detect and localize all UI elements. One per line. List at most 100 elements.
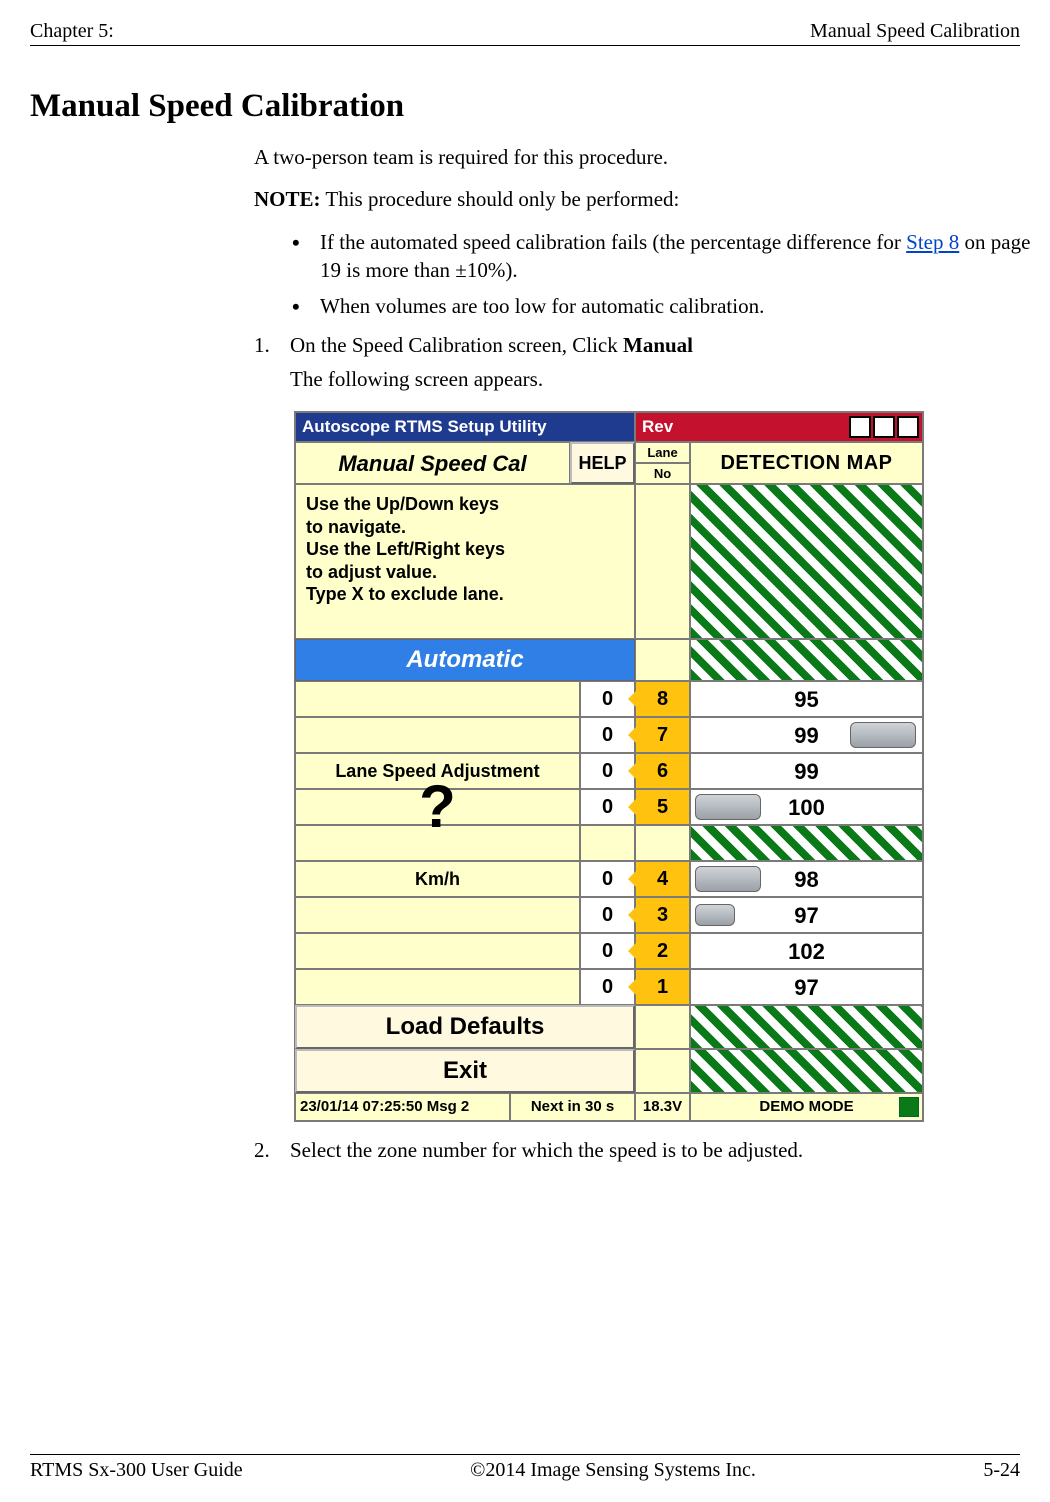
step1-number: 1. — [254, 331, 270, 359]
lane-value: 98 — [690, 861, 923, 897]
panel-title: Manual Speed Cal — [295, 442, 570, 484]
spacer — [635, 484, 690, 639]
lane-adj[interactable]: 0 — [580, 861, 635, 897]
lane-value: 99 — [690, 717, 923, 753]
lane-val-text: 102 — [788, 937, 825, 967]
car-icon — [695, 904, 735, 926]
header-right: Manual Speed Calibration — [810, 20, 1020, 43]
status-indicator-icon — [899, 1097, 919, 1117]
lane-adj[interactable]: 0 — [580, 933, 635, 969]
lane-val-text: 99 — [794, 757, 818, 787]
lane-adj[interactable]: 0 — [580, 897, 635, 933]
page-header: Chapter 5: Manual Speed Calibration — [30, 20, 1020, 46]
lane-no[interactable]: 8 — [635, 681, 690, 717]
car-icon — [695, 794, 761, 820]
lane-adj[interactable]: 0 — [580, 681, 635, 717]
car-icon — [695, 866, 761, 892]
step8-link[interactable]: Step 8 — [906, 230, 959, 254]
step-2: 2. Select the zone number for which the … — [254, 1136, 1044, 1164]
intro-text: A two-person team is required for this p… — [254, 143, 1044, 171]
lane-no[interactable]: 6 — [635, 753, 690, 789]
close-icon[interactable]: × — [897, 416, 919, 438]
lane-value: 95 — [690, 681, 923, 717]
embedded-ui: Autoscope RTMS Setup Utility Rev – □ × M… — [294, 411, 924, 1122]
lane-adj[interactable]: 0 — [580, 789, 635, 825]
note-label: NOTE: — [254, 187, 321, 211]
spacer — [635, 825, 690, 861]
lane-no[interactable]: 7 — [635, 717, 690, 753]
help-button[interactable]: HELP — [570, 442, 635, 484]
lane-no[interactable]: 4 — [635, 861, 690, 897]
left-blank — [295, 969, 580, 1005]
header-left: Chapter 5: — [30, 20, 114, 43]
bullet-2: When volumes are too low for automatic c… — [292, 292, 1044, 320]
left-blank — [295, 681, 580, 717]
hatch-area-bottom — [690, 1005, 923, 1049]
instructions-text: Use the Up/Down keys to navigate. Use th… — [295, 484, 635, 639]
lane-val-text: 97 — [794, 901, 818, 931]
lane-value: 102 — [690, 933, 923, 969]
hatch-area-mid — [690, 825, 923, 861]
footer-right: 5-24 — [983, 1459, 1020, 1482]
load-defaults-button[interactable]: Load Defaults — [295, 1005, 635, 1049]
lane-val-text: 100 — [788, 793, 825, 823]
step1-text-b: Manual — [623, 333, 693, 357]
status-next: Next in 30 s — [510, 1093, 635, 1121]
no-header: No — [635, 463, 690, 484]
left-blank — [295, 933, 580, 969]
note-line: NOTE: This procedure should only be perf… — [254, 185, 1044, 213]
lane-value: 97 — [690, 969, 923, 1005]
lane-adj[interactable]: 0 — [580, 753, 635, 789]
lane-value: 100 — [690, 789, 923, 825]
lane-no[interactable]: 5 — [635, 789, 690, 825]
footer-center: ©2014 Image Sensing Systems Inc. — [470, 1459, 756, 1482]
step1-text-a: On the Speed Calibration screen, Click — [290, 333, 623, 357]
lane-header: Lane — [635, 442, 690, 463]
kmh-label: Km/h — [295, 861, 580, 897]
maximize-icon[interactable]: □ — [873, 416, 895, 438]
page-footer: RTMS Sx-300 User Guide ©2014 Image Sensi… — [30, 1454, 1020, 1482]
step2-text: Select the zone number for which the spe… — [290, 1138, 803, 1162]
question-mark: ? — [295, 789, 580, 825]
lane-adj[interactable]: 0 — [580, 969, 635, 1005]
hatch-area-bottom — [690, 1049, 923, 1093]
left-blank — [295, 897, 580, 933]
automatic-button[interactable]: Automatic — [295, 639, 635, 681]
status-mode: DEMO MODE — [690, 1093, 923, 1121]
lane-adj[interactable]: 0 — [580, 717, 635, 753]
spacer — [635, 1049, 690, 1093]
step2-number: 2. — [254, 1136, 270, 1164]
hatch-area-top — [690, 484, 923, 639]
left-blank — [295, 717, 580, 753]
lane-val-text: 97 — [794, 973, 818, 1003]
detection-map-header: DETECTION MAP — [690, 442, 923, 484]
status-mode-text: DEMO MODE — [759, 1097, 853, 1117]
spacer — [580, 825, 635, 861]
lane-no[interactable]: 3 — [635, 897, 690, 933]
window-title-right: Rev – □ × — [635, 412, 923, 442]
lane-val-text: 95 — [794, 685, 818, 715]
exit-button[interactable]: Exit — [295, 1049, 635, 1093]
lane-val-text: 98 — [794, 865, 818, 895]
minimize-icon[interactable]: – — [849, 416, 871, 438]
step-1: 1. On the Speed Calibration screen, Clic… — [254, 331, 1044, 394]
hatch-area — [690, 639, 923, 681]
step1-follow: The following screen appears. — [290, 367, 543, 391]
bullet-1: If the automated speed calibration fails… — [292, 228, 1044, 285]
note-text: This procedure should only be performed: — [321, 187, 680, 211]
spacer — [635, 1005, 690, 1049]
lane-value: 99 — [690, 753, 923, 789]
status-timestamp: 23/01/14 07:25:50 Msg 2 — [295, 1093, 510, 1121]
car-icon — [850, 722, 916, 748]
spacer — [635, 639, 690, 681]
lane-no[interactable]: 1 — [635, 969, 690, 1005]
status-voltage: 18.3V — [635, 1093, 690, 1121]
section-title: Manual Speed Calibration — [30, 88, 1020, 125]
window-title: Autoscope RTMS Setup Utility — [295, 412, 635, 442]
lane-value: 97 — [690, 897, 923, 933]
bullet1-a: If the automated speed calibration fails… — [320, 230, 906, 254]
lane-no[interactable]: 2 — [635, 933, 690, 969]
footer-left: RTMS Sx-300 User Guide — [30, 1459, 243, 1482]
rev-label: Rev — [642, 416, 673, 439]
lane-val-text: 99 — [794, 721, 818, 751]
